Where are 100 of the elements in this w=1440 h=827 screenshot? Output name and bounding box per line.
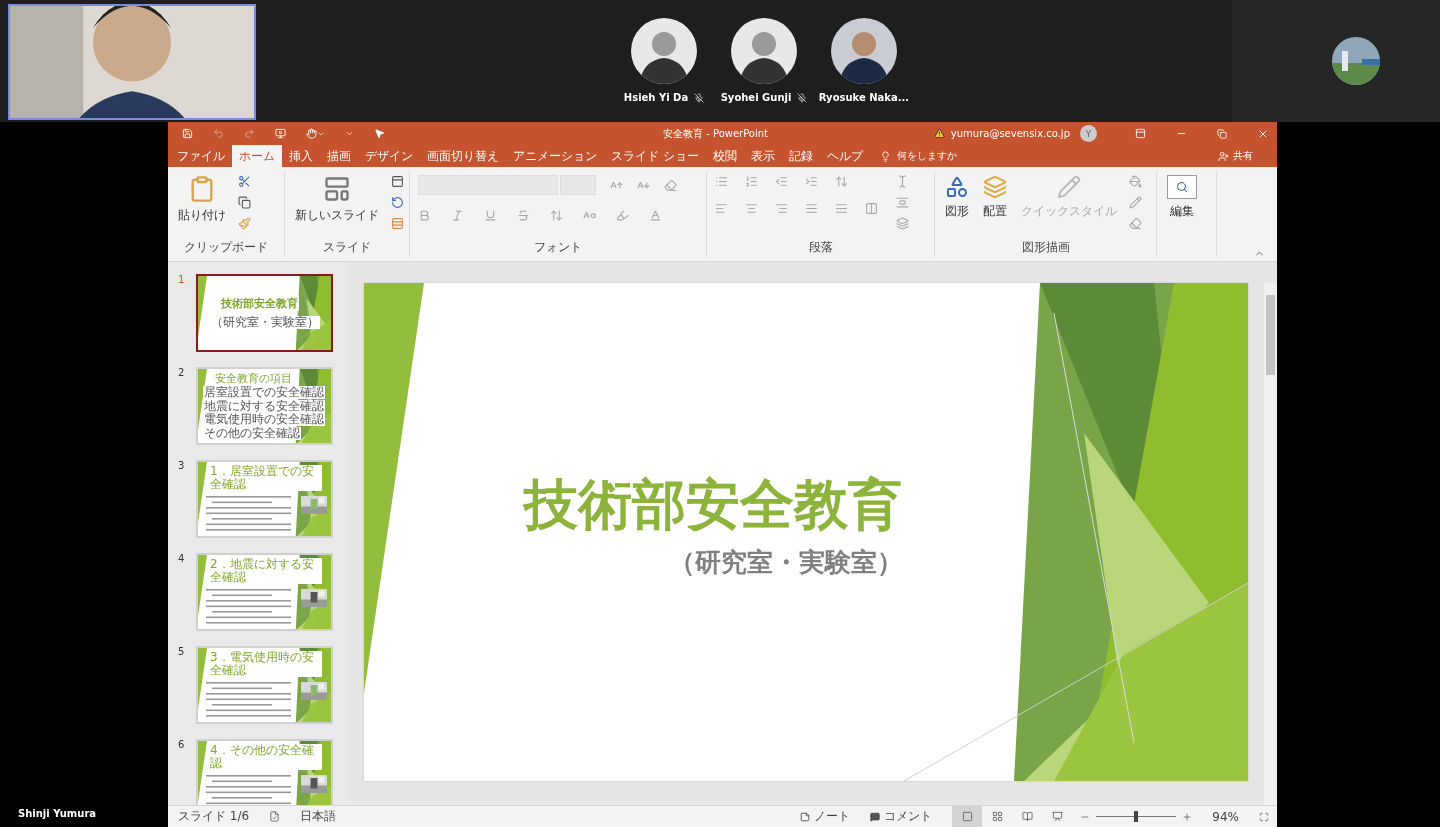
slide-counter: スライド 1/6 <box>178 808 250 825</box>
save-icon <box>182 128 193 139</box>
redo-button[interactable] <box>244 128 255 139</box>
window-title: 安全教育 - PowerPoint <box>663 127 769 141</box>
presenter-button[interactable] <box>275 128 286 139</box>
align-text-button[interactable] <box>896 196 909 209</box>
ribbon-tab[interactable]: アニメーション <box>506 145 604 167</box>
slide-title: 技術部安全教育 <box>524 472 902 538</box>
text-direction-button[interactable] <box>896 175 909 188</box>
slide-thumbnail[interactable]: 2．地震に対する安全確認 <box>196 553 333 631</box>
language-label: 日本語 <box>300 808 337 825</box>
font-color-button[interactable] <box>649 209 662 222</box>
clear-format-button[interactable] <box>664 178 677 192</box>
ribbon-tab[interactable]: ファイル <box>170 145 232 167</box>
eraser-icon <box>664 178 677 192</box>
notes-button[interactable]: ノート <box>800 808 851 825</box>
underline-button[interactable] <box>484 209 497 222</box>
columns-button[interactable] <box>865 202 878 215</box>
account-avatar[interactable]: Y <box>1080 125 1097 142</box>
grid-icon <box>991 811 1003 822</box>
ribbon-tab[interactable]: スライド ショー <box>604 145 706 167</box>
justify-button[interactable] <box>805 202 818 215</box>
section-button[interactable] <box>391 217 404 230</box>
numbering-icon <box>745 175 758 188</box>
view-button[interactable] <box>952 806 983 827</box>
line-spacing-button[interactable] <box>835 175 848 188</box>
eraser-icon <box>1129 217 1142 230</box>
monitor-icon <box>275 128 286 139</box>
ribbon-tab[interactable]: 表示 <box>743 145 782 167</box>
ribbon-tab[interactable]: 挿入 <box>282 145 320 167</box>
bold-button[interactable] <box>418 209 431 222</box>
effects-button[interactable] <box>1129 217 1142 230</box>
layers-icon <box>983 175 1007 199</box>
reset-icon <box>391 196 404 209</box>
save-button[interactable] <box>182 128 193 139</box>
zoom-thumb[interactable] <box>1134 811 1139 822</box>
line-spacing-icon <box>835 175 848 188</box>
slide-thumbnail[interactable]: 3．電気使用時の安全確認 <box>196 646 333 724</box>
pencil-icon <box>1057 175 1081 199</box>
share-button[interactable]: 共有 <box>1212 145 1259 167</box>
ribbon-tab[interactable]: 描画 <box>320 145 358 167</box>
restore-button[interactable] <box>1217 128 1227 139</box>
zoom-in-icon[interactable] <box>1182 811 1193 822</box>
strikethrough-button[interactable] <box>517 209 530 222</box>
ribbon-tab[interactable]: ホーム <box>232 145 282 167</box>
format-painter-button[interactable] <box>238 217 251 230</box>
paste-button[interactable]: 貼り付け <box>176 175 228 239</box>
editing-button[interactable]: 編集 <box>1165 175 1199 256</box>
spacing-icon <box>550 209 563 222</box>
align-right-icon <box>775 202 788 215</box>
accessibility-icon <box>269 811 281 822</box>
reset-button[interactable] <box>391 196 404 209</box>
italic-button[interactable] <box>451 209 464 222</box>
comments-button[interactable]: コメント <box>870 808 933 825</box>
fit-slide-icon[interactable] <box>1259 811 1269 822</box>
align-left-button[interactable] <box>715 202 728 215</box>
normal-view-icon <box>961 811 973 822</box>
highlight-button[interactable] <box>616 209 629 222</box>
hand-icon <box>306 128 317 139</box>
copy-button[interactable] <box>238 196 251 209</box>
ribbon-display-button[interactable] <box>1135 128 1146 139</box>
comment-icon <box>870 811 881 822</box>
ribbon-tab[interactable]: 画面切り替え <box>420 145 506 167</box>
slide-thumbnail[interactable]: 安全教育の項目 居室設置での安全確認 地震に対する安全確認 電気使用時の安全確認 その他の安全確認 <box>196 367 333 445</box>
strikethrough-icon <box>517 209 530 222</box>
align-right-button[interactable] <box>775 202 788 215</box>
slide-thumbnail[interactable]: 4．その他の安全確認 <box>196 739 333 805</box>
smartart-button[interactable] <box>896 217 909 230</box>
note-icon <box>800 811 811 822</box>
slide-thumbnail[interactable]: 1．居室設置での安全確認 <box>196 460 333 538</box>
outline-button[interactable] <box>1129 196 1142 209</box>
align-center-button[interactable] <box>745 202 758 215</box>
slide-number: 6 <box>178 739 186 752</box>
thumbnail-list-item: その他の安全確認 <box>203 426 301 440</box>
warning-icon <box>933 128 945 139</box>
increase-indent-button[interactable] <box>805 175 818 188</box>
arrange-button[interactable]: 配置 <box>981 175 1009 239</box>
copy-icon <box>238 196 251 209</box>
shapes-button[interactable]: 図形 <box>943 175 971 239</box>
ribbon-tab[interactable]: ヘルプ <box>819 145 870 167</box>
columns-icon <box>865 202 878 215</box>
italic-icon <box>451 209 464 222</box>
bullets-button[interactable] <box>715 175 728 188</box>
distribute-button[interactable] <box>835 202 848 215</box>
spacing-button[interactable] <box>550 209 563 222</box>
ribbon-tab[interactable]: デザイン <box>358 145 420 167</box>
tell-me-search[interactable]: 何をしますか <box>869 145 967 167</box>
undo-button[interactable] <box>213 128 224 139</box>
fill-button[interactable] <box>1129 175 1142 188</box>
scissors-icon <box>238 175 251 188</box>
slide-thumbnail[interactable]: 技術部安全教育 （研究室・実験室） <box>196 274 333 352</box>
ribbon-tab[interactable]: 記録 <box>781 145 820 167</box>
touch-mode-button[interactable] <box>306 128 325 139</box>
numbering-button[interactable] <box>745 175 758 188</box>
customize-button[interactable] <box>345 129 354 138</box>
new-slide-button[interactable]: 新しいスライド <box>293 175 381 239</box>
layout-button[interactable] <box>391 175 404 188</box>
ribbon-tab[interactable]: 校閲 <box>705 145 744 167</box>
cut-button[interactable] <box>238 175 251 188</box>
decrease-indent-button[interactable] <box>775 175 788 188</box>
